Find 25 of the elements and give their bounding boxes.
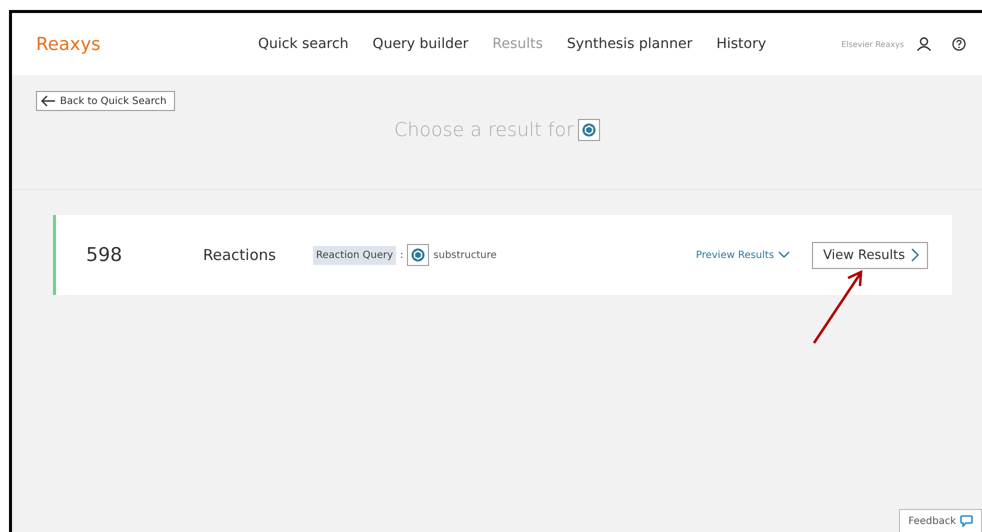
query-type: substructure — [433, 250, 497, 260]
result-type: Reactions — [203, 246, 277, 264]
nav-link[interactable]: Query builder — [372, 36, 468, 52]
chevron-right-icon — [911, 248, 919, 262]
back-button[interactable]: Back to Quick Search — [36, 91, 176, 111]
chevron-down-icon — [778, 251, 790, 259]
help-icon[interactable] — [952, 37, 966, 51]
preview-results-link[interactable]: Preview Results — [696, 250, 790, 260]
account-name: Elsevier Reaxys — [841, 40, 904, 48]
arrow-left-icon — [40, 95, 56, 107]
separator: : — [400, 250, 404, 260]
nav-link[interactable]: Synthesis planner — [566, 36, 692, 52]
user-icon[interactable] — [916, 37, 932, 51]
structure-button[interactable] — [578, 119, 600, 141]
nav-link[interactable]: History — [716, 36, 766, 52]
structure-icon — [582, 123, 596, 137]
view-results-button[interactable]: View Results — [812, 242, 928, 268]
page-heading: Choose a result for — [394, 119, 574, 141]
feedback-button[interactable]: Feedback — [899, 509, 982, 532]
result-count: 598 — [86, 244, 124, 266]
structure-icon — [411, 248, 426, 262]
query-tag: Reaction Query — [313, 246, 396, 264]
structure-button[interactable] — [407, 244, 430, 266]
speech-bubble-icon — [960, 515, 973, 527]
nav-link[interactable]: Quick search — [258, 36, 349, 52]
